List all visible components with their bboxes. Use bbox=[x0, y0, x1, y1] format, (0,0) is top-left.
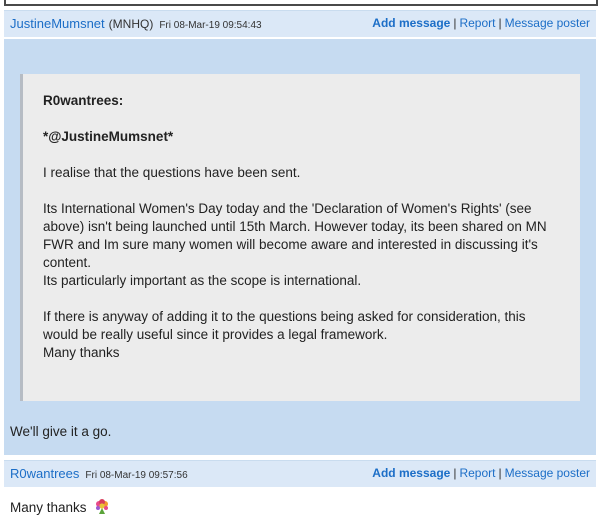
message-actions: Add message | Report | Message poster bbox=[372, 466, 590, 480]
add-message-link[interactable]: Add message bbox=[372, 466, 450, 480]
message-poster-link[interactable]: Message poster bbox=[505, 16, 590, 30]
message-header: R0wantrees Fri 08-Mar-19 09:57:56 Add mes… bbox=[4, 460, 596, 487]
post-date: Fri 08-Mar-19 09:57:56 bbox=[85, 470, 188, 481]
quote-paragraph: I realise that the questions have been s… bbox=[43, 165, 301, 180]
post-date: Fri 08-Mar-19 09:54:43 bbox=[159, 20, 262, 31]
report-link[interactable]: Report bbox=[459, 466, 495, 480]
quote-mention: *@JustineMumsnet* bbox=[43, 129, 174, 144]
quote-line: content. bbox=[43, 255, 92, 270]
message-text: Many thanks bbox=[10, 499, 110, 515]
quote-paragraph: If there is anyway of adding it to the q… bbox=[43, 308, 558, 362]
message-poster-link[interactable]: Message poster bbox=[505, 466, 590, 480]
message-text: We'll give it a go. bbox=[10, 424, 112, 439]
separator: | bbox=[498, 466, 502, 480]
separator: | bbox=[453, 466, 457, 480]
quote-line: If there is anyway of adding it to the q… bbox=[43, 309, 526, 324]
poster-tag: (MNHQ) bbox=[108, 17, 154, 31]
quoted-message: R0wantrees: *@JustineMumsnet* I realise … bbox=[20, 74, 580, 401]
add-message-link[interactable]: Add message bbox=[372, 16, 450, 30]
quote-line: above) isn't being launched until 15th M… bbox=[43, 219, 547, 234]
message-text-content: Many thanks bbox=[10, 500, 87, 515]
poster-link[interactable]: JustineMumsnet bbox=[10, 16, 105, 31]
quote-paragraph: Its International Women's Day today and … bbox=[43, 200, 558, 290]
quote-line: Its International Women's Day today and … bbox=[43, 201, 532, 216]
poster-name[interactable]: R0wantrees Fri 08-Mar-19 09:57:56 bbox=[10, 466, 188, 481]
bouquet-icon bbox=[96, 499, 109, 514]
poster-name[interactable]: JustineMumsnet (MNHQ) Fri 08-Mar-19 09:54:… bbox=[10, 16, 262, 31]
previous-post-bottom-edge bbox=[0, 0, 600, 8]
message-body: R0wantrees: *@JustineMumsnet* I realise … bbox=[4, 39, 596, 455]
report-link[interactable]: Report bbox=[459, 16, 495, 30]
quote-line: FWR and Im sure many women will become a… bbox=[43, 237, 538, 252]
quote-line: Its particularly important as the scope … bbox=[43, 273, 362, 288]
separator: | bbox=[453, 16, 457, 30]
quote-line: would be really useful since it provides… bbox=[43, 327, 388, 342]
quote-line: Many thanks bbox=[43, 345, 120, 360]
message-actions: Add message | Report | Message poster bbox=[372, 16, 590, 30]
message-header: JustineMumsnet (MNHQ) Fri 08-Mar-19 09:54:… bbox=[4, 10, 596, 37]
quote-author: R0wantrees: bbox=[43, 93, 124, 108]
separator: | bbox=[498, 16, 502, 30]
message-body: Many thanks bbox=[4, 488, 596, 532]
poster-link[interactable]: R0wantrees bbox=[10, 466, 79, 481]
